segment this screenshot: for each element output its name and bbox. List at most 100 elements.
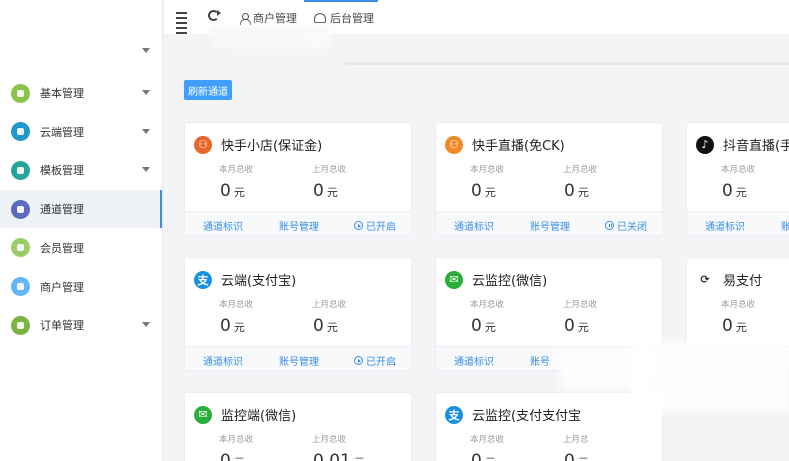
last-month-value: 0元 — [313, 181, 338, 201]
channel-card: ✉ 监控端(微信) 本月总收 0元 上月总收 0.01元 — [184, 392, 412, 461]
sidebar-item-label: 通道管理 — [40, 203, 84, 217]
sidebar-item-label: 订单管理 — [40, 319, 84, 333]
channel-id-link[interactable]: 通道标识 — [454, 218, 494, 233]
channel-title: 监控端(微信) — [221, 409, 297, 424]
channel-id-link[interactable]: 通道标识 — [203, 353, 243, 368]
chevron-down-icon — [142, 167, 150, 173]
last-month-value: 0.01元 — [313, 451, 365, 461]
channel-logo-icon: ⟳ — [696, 270, 714, 289]
last-month-label: 上月总收 — [312, 300, 347, 310]
channel-id-link[interactable]: 通道标识 — [203, 218, 243, 233]
channel-title: 云端(支付宝) — [221, 274, 297, 289]
sidebar-item-label: 会员管理 — [40, 241, 84, 255]
month-total-value: 0元 — [471, 316, 496, 336]
card-header: ⚇ 快手直播(免CK) — [445, 135, 565, 154]
sidebar-item[interactable]: 通道管理 — [0, 190, 162, 229]
sidebar-item[interactable]: 模板管理 — [0, 151, 162, 189]
chevron-down-icon — [142, 48, 150, 53]
card-footer: 通道标识 账号管理 已开启 — [185, 211, 411, 235]
channel-status-toggle[interactable]: 已开启 — [354, 218, 396, 233]
channel-logo-icon: ⚇ — [445, 135, 463, 154]
sidebar-item-label: 云端管理 — [40, 125, 84, 139]
account-management-link[interactable]: 账号管理 — [279, 218, 319, 233]
sidebar-item[interactable]: 商户管理 — [0, 268, 162, 306]
month-total-label: 本月总收 — [470, 300, 505, 310]
channel-card: ⚇ 快手小店(保证金) 本月总收 0 元 上月总收 0 元通道标识 账号管理 已开启 — [184, 122, 412, 236]
card-footer: 通道标识 账 — [687, 211, 789, 235]
channel-title: 云监控(微信) — [472, 274, 548, 289]
menu-item-icon — [11, 160, 30, 180]
month-total-value: 0元 — [471, 181, 496, 201]
last-month-label: 上月总收 — [312, 435, 347, 445]
divider — [345, 62, 789, 65]
channel-logo-icon: ⚇ — [194, 135, 212, 154]
dashboard-icon — [314, 13, 326, 23]
account-management-link[interactable]: 账号管理 — [530, 218, 570, 233]
channel-logo-icon: 支 — [445, 405, 463, 424]
month-total-value: 0元 — [220, 451, 245, 461]
channel-logo-icon: ♪ — [696, 135, 714, 154]
sidebar-item[interactable]: 云端管理 — [0, 113, 162, 151]
sidebar-item[interactable]: 会员管理 — [0, 229, 162, 267]
last-month-label: 上月总收 — [312, 165, 347, 175]
last-month-value: 0元 — [313, 316, 338, 336]
active-tab-indicator — [304, 0, 378, 2]
card-header: 支云监控(支付支付宝 — [445, 405, 581, 424]
menu-item-icon — [11, 277, 30, 296]
card-footer: 通道标识 账号管理 已关闭 — [436, 211, 662, 235]
month-total-label: 本月总收 — [470, 165, 505, 175]
month-total-label: 本月总收 — [219, 165, 254, 175]
refresh-channels-button[interactable]: 刷新通道 — [184, 80, 232, 100]
sidebar-item-label: 商户管理 — [40, 280, 84, 294]
sidebar: 基本管理云端管理模板管理通道管理会员管理商户管理订单管理 — [0, 0, 163, 461]
account-management-link[interactable]: 账 — [781, 218, 789, 233]
month-total-label: 本月总收 — [219, 435, 254, 445]
menu-item-icon — [11, 238, 30, 258]
account-management-link[interactable]: 账号管理 — [279, 353, 319, 368]
sidebar-item[interactable]: 基本管理 — [0, 74, 162, 112]
card-header: 支云端(支付宝) — [194, 270, 296, 289]
menu-item-icon — [11, 199, 30, 219]
play-icon — [354, 356, 363, 365]
channel-card: 支云端(支付宝) 本月总收 0 元 上月总收 0 元通道标识 账号管理 已开启 — [184, 257, 412, 371]
channel-card: ⚇ 快手直播(免CK) 本月总收 0 元 上月总收 0 元通道标识 账号管理 已关闭 — [435, 122, 663, 236]
card-header: ⚇ 快手小店(保证金) — [194, 135, 322, 154]
sidebar-header[interactable] — [0, 0, 162, 76]
tab-label: 后台管理 — [330, 12, 374, 25]
last-month-value: 0元 — [564, 181, 589, 201]
pause-icon — [605, 221, 614, 230]
channel-status-toggle[interactable]: 已开启 — [354, 353, 396, 368]
card-footer: 通道标识 账号管理 已开启 — [185, 346, 411, 370]
card-header: ⟳ 易支付 — [696, 270, 762, 289]
chevron-down-icon — [142, 90, 150, 95]
channel-title: 云监控(支付支付宝 — [472, 409, 582, 424]
month-total-label: 本月总收 — [721, 165, 756, 175]
month-total-value: 0元 — [722, 181, 747, 201]
channel-card: 支云监控(支付支付宝本月总收 0元 上月总 0元 — [435, 392, 663, 461]
channel-status-toggle[interactable]: 已关闭 — [605, 218, 647, 233]
channel-title: 快手直播(免CK) — [472, 139, 565, 154]
channel-card: ♪ 抖音直播(手本月总收 0元通道标识 账 — [686, 122, 789, 236]
sidebar-item[interactable]: 订单管理 — [0, 306, 162, 344]
account-management-link[interactable]: 账号 — [530, 353, 550, 368]
blurred-region — [630, 342, 789, 412]
channel-title: 易支付 — [723, 274, 763, 289]
channel-id-link[interactable]: 通道标识 — [705, 218, 745, 233]
month-total-value: 0元 — [722, 316, 747, 336]
card-header: ♪ 抖音直播(手 — [696, 135, 789, 154]
menu-item-icon — [11, 122, 30, 142]
tab-merchant-management[interactable]: 商户管理 — [240, 10, 297, 26]
menu-toggle-icon[interactable] — [176, 12, 188, 40]
last-month-label: 上月总收 — [563, 300, 598, 310]
card-header: ✉ 云监控(微信) — [445, 270, 547, 289]
channel-id-link[interactable]: 通道标识 — [454, 353, 494, 368]
last-month-value: 0元 — [564, 451, 589, 461]
sidebar-item-label: 基本管理 — [40, 87, 84, 100]
channel-logo-icon: ✉ — [194, 405, 212, 424]
chevron-down-icon — [142, 322, 150, 328]
refresh-icon[interactable] — [208, 10, 221, 21]
channel-logo-icon: ✉ — [445, 270, 463, 289]
tab-backend-management[interactable]: 后台管理 — [314, 10, 374, 26]
user-icon — [240, 12, 251, 25]
last-month-value: 0元 — [564, 316, 589, 336]
